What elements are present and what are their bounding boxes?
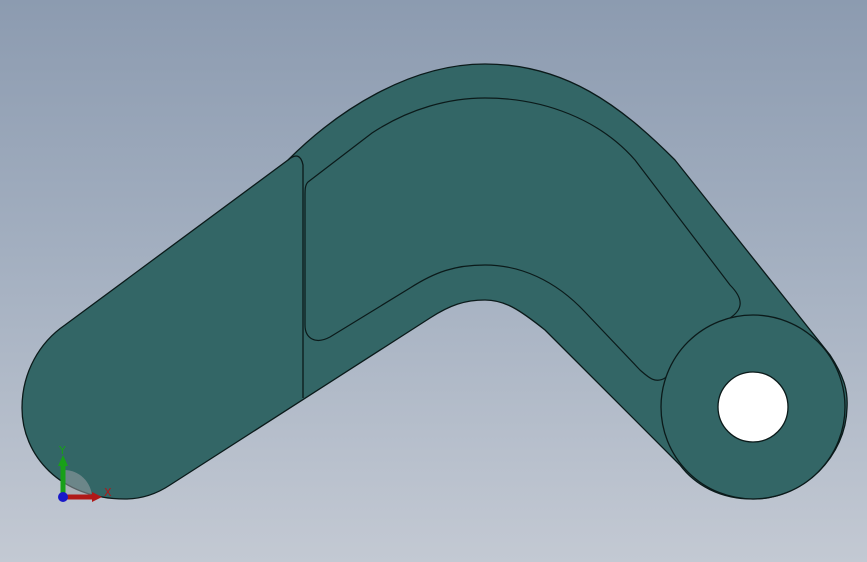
triad-y-label: Y	[58, 444, 66, 457]
triad-z-axis	[58, 492, 68, 502]
triad-x-label: X	[104, 486, 112, 499]
through-hole[interactable]	[717, 371, 789, 443]
graphics-viewport[interactable]: Y X	[0, 0, 867, 562]
model-scene[interactable]: Y X	[0, 0, 867, 562]
